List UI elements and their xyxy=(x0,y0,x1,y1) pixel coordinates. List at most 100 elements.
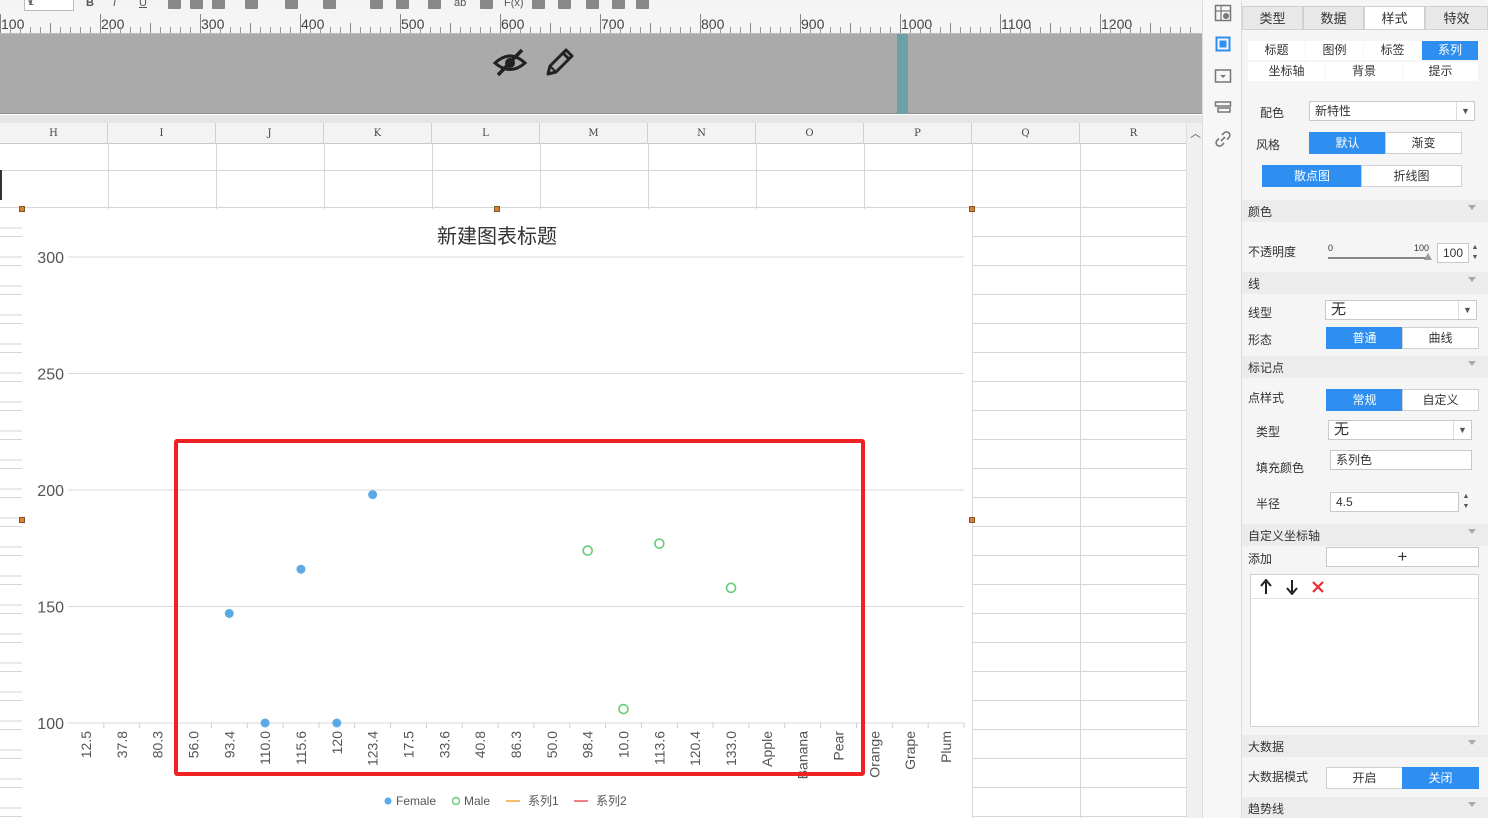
subtab-axis[interactable]: 坐标轴 xyxy=(1248,62,1325,81)
ruler-minor-tick xyxy=(170,27,171,33)
color-scheme-select[interactable]: 新特性 ▼ xyxy=(1309,101,1475,121)
text-button[interactable]: ab xyxy=(454,0,466,10)
insert-image-icon[interactable] xyxy=(558,0,571,9)
vertical-scrollbar[interactable]: ︿ xyxy=(1186,123,1202,818)
tab-data[interactable]: 数据 xyxy=(1303,6,1364,30)
subtab-tooltip[interactable]: 提示 xyxy=(1403,62,1478,81)
edit-pencil-icon[interactable] xyxy=(544,46,576,78)
tab-type[interactable]: 类型 xyxy=(1242,6,1303,30)
column-header[interactable]: K xyxy=(324,123,432,144)
underline-button[interactable]: U xyxy=(139,0,147,10)
legend-label[interactable]: Female xyxy=(396,794,436,808)
line-type-label: 线型 xyxy=(1248,306,1273,320)
border-icon[interactable] xyxy=(245,0,258,9)
hide-eye-icon[interactable] xyxy=(492,46,528,78)
chart-select-icon[interactable] xyxy=(1214,35,1232,53)
add-axis-button[interactable]: + xyxy=(1326,547,1479,567)
insert-page-icon[interactable] xyxy=(612,0,625,9)
section-custom-axis[interactable]: 自定义坐标轴 xyxy=(1242,524,1488,546)
radius-spinner[interactable]: ▲ ▼ xyxy=(1460,492,1472,512)
style-gradient-option[interactable]: 渐变 xyxy=(1385,132,1462,154)
big-data-on-option[interactable]: 开启 xyxy=(1326,767,1403,789)
subtab-title[interactable]: 标题 xyxy=(1248,41,1305,60)
section-trendline[interactable]: 趋势线 xyxy=(1242,797,1488,818)
tab-effects[interactable]: 特效 xyxy=(1425,6,1488,30)
column-header[interactable]: R xyxy=(1080,123,1188,144)
column-header[interactable]: L xyxy=(432,123,540,144)
legend-label[interactable]: Male xyxy=(464,794,490,808)
link-icon[interactable] xyxy=(1214,130,1232,148)
column-header[interactable]: I xyxy=(108,123,216,144)
column-header[interactable]: N xyxy=(648,123,756,144)
align-center-icon[interactable] xyxy=(190,0,203,9)
move-up-icon[interactable] xyxy=(1259,579,1273,595)
column-header[interactable]: M xyxy=(540,123,648,144)
italic-button[interactable]: I xyxy=(113,0,116,10)
resize-handle-top-left[interactable] xyxy=(19,206,25,212)
font-size-select[interactable]: 1 ▾ xyxy=(24,0,74,11)
custom-axis-list[interactable] xyxy=(1250,574,1479,727)
delete-icon[interactable] xyxy=(1311,580,1325,594)
font-color-icon[interactable] xyxy=(323,0,336,9)
section-marker[interactable]: 标记点 xyxy=(1242,356,1488,378)
tab-style[interactable]: 样式 xyxy=(1364,6,1425,30)
ruler-minor-tick xyxy=(80,27,81,33)
line-option[interactable]: 折线图 xyxy=(1361,165,1462,187)
scatter-option[interactable]: 散点图 xyxy=(1262,165,1362,187)
ruler-minor-tick xyxy=(950,23,951,33)
shape-curve-option[interactable]: 曲线 xyxy=(1402,327,1479,349)
column-header[interactable]: P xyxy=(864,123,972,144)
insert-slash-icon[interactable] xyxy=(586,0,599,9)
fill-color-icon[interactable] xyxy=(285,0,298,9)
frame-icon[interactable] xyxy=(636,0,649,9)
insert-icon[interactable] xyxy=(428,0,441,9)
marker-type-select[interactable]: 无 ▼ xyxy=(1328,420,1472,440)
big-data-off-option[interactable]: 关闭 xyxy=(1402,767,1479,789)
formula-button[interactable]: F(x) xyxy=(504,0,524,10)
ruler-minor-tick xyxy=(610,27,611,33)
chart-frame-icon[interactable] xyxy=(1214,67,1232,85)
subtab-label[interactable]: 标签 xyxy=(1364,41,1421,60)
color-scheme-label: 配色 xyxy=(1260,106,1285,120)
fill-color-field[interactable]: 系列色 xyxy=(1330,450,1472,470)
legend-label[interactable]: 系列2 xyxy=(596,794,627,808)
line-type-select[interactable]: 无 ▼ xyxy=(1325,300,1477,320)
chart-title[interactable]: 新建图表标题 xyxy=(437,225,557,248)
marker-regular-option[interactable]: 常规 xyxy=(1326,389,1403,411)
layers-icon[interactable] xyxy=(1214,98,1232,116)
opacity-input[interactable]: 100 xyxy=(1437,243,1469,263)
section-line[interactable]: 线 xyxy=(1242,272,1488,294)
section-color[interactable]: 颜色 xyxy=(1242,200,1488,222)
style-default-option[interactable]: 默认 xyxy=(1309,132,1386,154)
section-big-data[interactable]: 大数据 xyxy=(1242,735,1488,757)
ruler-minor-tick xyxy=(240,27,241,33)
opacity-slider[interactable]: 0 100 xyxy=(1328,243,1433,263)
marker-custom-option[interactable]: 自定义 xyxy=(1402,389,1479,411)
align-left-icon[interactable] xyxy=(168,0,181,9)
subtab-background[interactable]: 背景 xyxy=(1326,62,1402,81)
resize-handle-top-right[interactable] xyxy=(969,206,975,212)
table-icon[interactable] xyxy=(396,0,409,9)
bold-button[interactable]: B xyxy=(86,0,94,10)
radius-input[interactable]: 4.5 xyxy=(1330,492,1459,512)
column-header[interactable]: O xyxy=(756,123,864,144)
paragraph-icon[interactable] xyxy=(480,0,493,9)
subtab-series[interactable]: 系列 xyxy=(1422,41,1478,60)
column-header[interactable]: H xyxy=(0,123,108,144)
insert-chart-icon[interactable] xyxy=(532,0,545,9)
align-right-icon[interactable] xyxy=(212,0,225,9)
chart-type-icon[interactable] xyxy=(1214,4,1232,22)
scroll-up-icon[interactable]: ︿ xyxy=(1190,125,1201,141)
column-header[interactable]: Q xyxy=(972,123,1080,144)
resize-handle-middle-right[interactable] xyxy=(969,517,975,523)
resize-handle-top-middle[interactable] xyxy=(494,206,500,212)
column-header[interactable]: J xyxy=(216,123,324,144)
opacity-spinner[interactable]: ▲ ▼ xyxy=(1469,243,1481,263)
ruler-minor-tick xyxy=(790,27,791,33)
subtab-legend[interactable]: 图例 xyxy=(1306,41,1363,60)
resize-handle-middle-left[interactable] xyxy=(19,517,25,523)
move-down-icon[interactable] xyxy=(1285,579,1299,595)
merge-cells-icon[interactable] xyxy=(370,0,383,9)
shape-normal-option[interactable]: 普通 xyxy=(1326,327,1403,349)
legend-label[interactable]: 系列1 xyxy=(528,794,559,808)
